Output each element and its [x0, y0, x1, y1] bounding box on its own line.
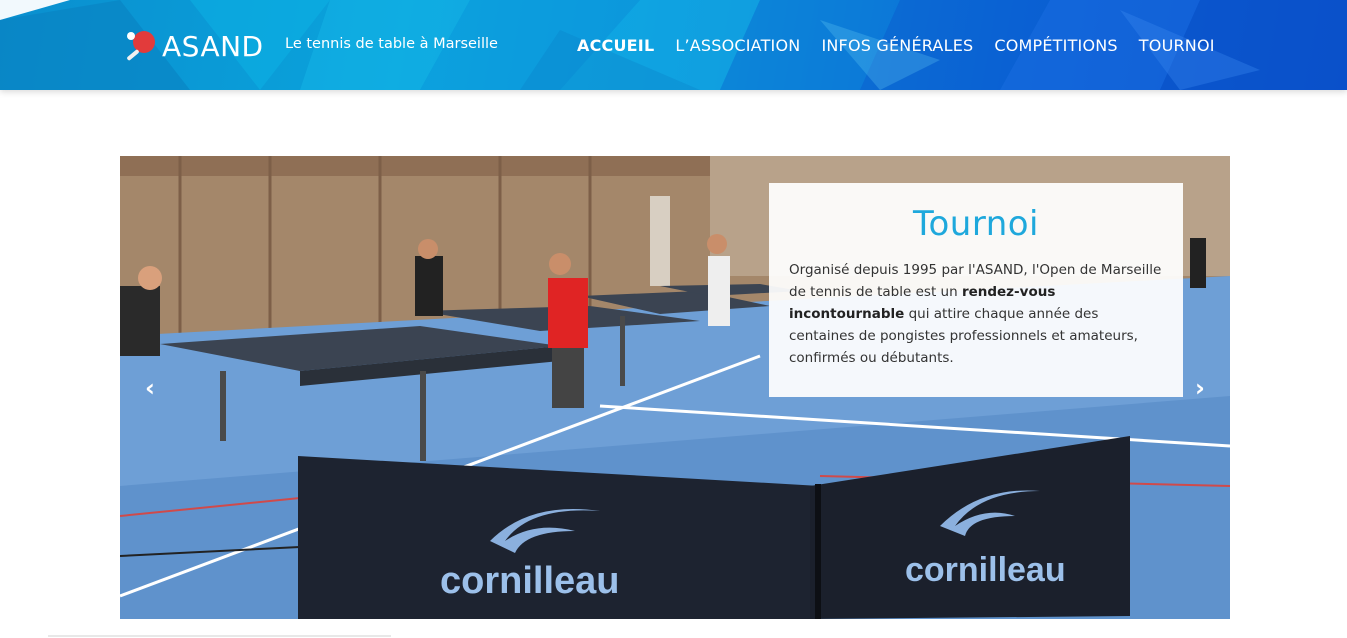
nav-item-infos-generales[interactable]: INFOS GÉNÉRALES: [821, 36, 973, 55]
hero-slider: cornilleau cornilleau Tournoi Organisé d…: [120, 156, 1230, 619]
ping-pong-paddle-icon: [122, 27, 160, 65]
chevron-right-icon[interactable]: ›: [1188, 374, 1212, 402]
nav-item-tournoi[interactable]: TOURNOI: [1139, 36, 1215, 55]
nav-item-competitions[interactable]: COMPÉTITIONS: [994, 36, 1117, 55]
nav-item-association[interactable]: L’ASSOCIATION: [675, 36, 800, 55]
chevron-left-icon[interactable]: ‹: [138, 374, 162, 402]
brand-name: ASAND: [162, 29, 264, 63]
barrier-brand-left: cornilleau: [440, 560, 620, 602]
caption-text: Organisé depuis 1995 par l'ASAND, l'Open…: [789, 259, 1163, 369]
slide-caption: Tournoi Organisé depuis 1995 par l'ASAND…: [769, 183, 1183, 397]
main-nav: ACCUEIL L’ASSOCIATION INFOS GÉNÉRALES CO…: [577, 36, 1236, 55]
brand-logo[interactable]: ASAND: [122, 26, 264, 66]
site-header: ASAND Le tennis de table à Marseille ACC…: [0, 0, 1347, 90]
nav-item-accueil[interactable]: ACCUEIL: [577, 36, 654, 55]
divider: [48, 635, 391, 637]
barrier-brand-right: cornilleau: [905, 551, 1066, 589]
caption-title: Tournoi: [912, 204, 1040, 244]
brand-tagline: Le tennis de table à Marseille: [285, 36, 498, 52]
